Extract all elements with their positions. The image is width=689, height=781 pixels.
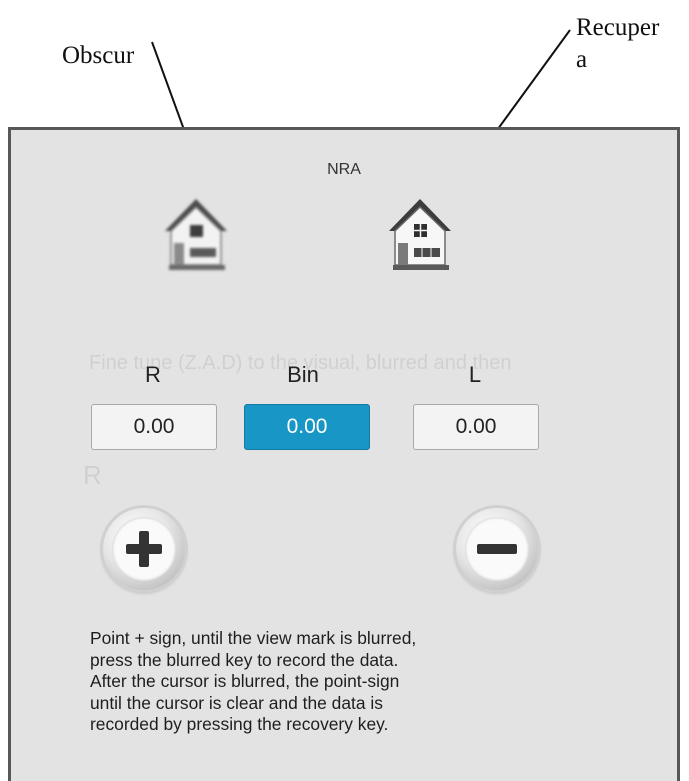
value-field-bin[interactable]: 0.00 bbox=[244, 404, 370, 450]
blur-house-button[interactable] bbox=[161, 195, 231, 275]
callout-recover-label: Recuper a bbox=[576, 12, 686, 76]
instructions-text: Point + sign, until the view mark is blu… bbox=[90, 628, 650, 736]
value-field-r[interactable]: 0.00 bbox=[91, 404, 217, 450]
dialog-title: NRA bbox=[327, 161, 361, 178]
callout-blur-label: Obscur bbox=[62, 42, 135, 69]
instruction-line: Point + sign, until the view mark is blu… bbox=[90, 628, 417, 648]
instruction-line: until the cursor is clear and the data i… bbox=[90, 692, 383, 713]
callout-recover-line1: Recuper bbox=[576, 14, 660, 41]
column-label-r: R bbox=[145, 362, 161, 387]
instruction-line: recorded by pressing the recovery key. bbox=[90, 714, 389, 734]
recover-house-button[interactable] bbox=[385, 195, 455, 275]
column-label-l: L bbox=[468, 362, 482, 387]
house-icon bbox=[389, 199, 451, 270]
minus-button-face bbox=[465, 517, 529, 581]
value-field-l[interactable]: 0.00 bbox=[413, 404, 539, 450]
plus-button[interactable] bbox=[103, 508, 185, 590]
column-label-bin: Bin bbox=[287, 362, 319, 387]
instruction-line: After the cursor is blurred, the point-s… bbox=[90, 671, 400, 691]
nra-dialog: NRA Fine tune (Z.A.D) to the visual, blu… bbox=[8, 127, 680, 781]
background-r-label: R bbox=[83, 460, 102, 490]
minus-button[interactable] bbox=[456, 508, 538, 590]
callout-recover-line2: a bbox=[576, 46, 588, 73]
house-icon bbox=[165, 199, 227, 270]
plus-icon bbox=[126, 531, 162, 567]
instruction-line: press the blurred key to record the data… bbox=[90, 649, 399, 670]
minus-icon bbox=[477, 544, 517, 554]
plus-button-face bbox=[112, 517, 176, 581]
